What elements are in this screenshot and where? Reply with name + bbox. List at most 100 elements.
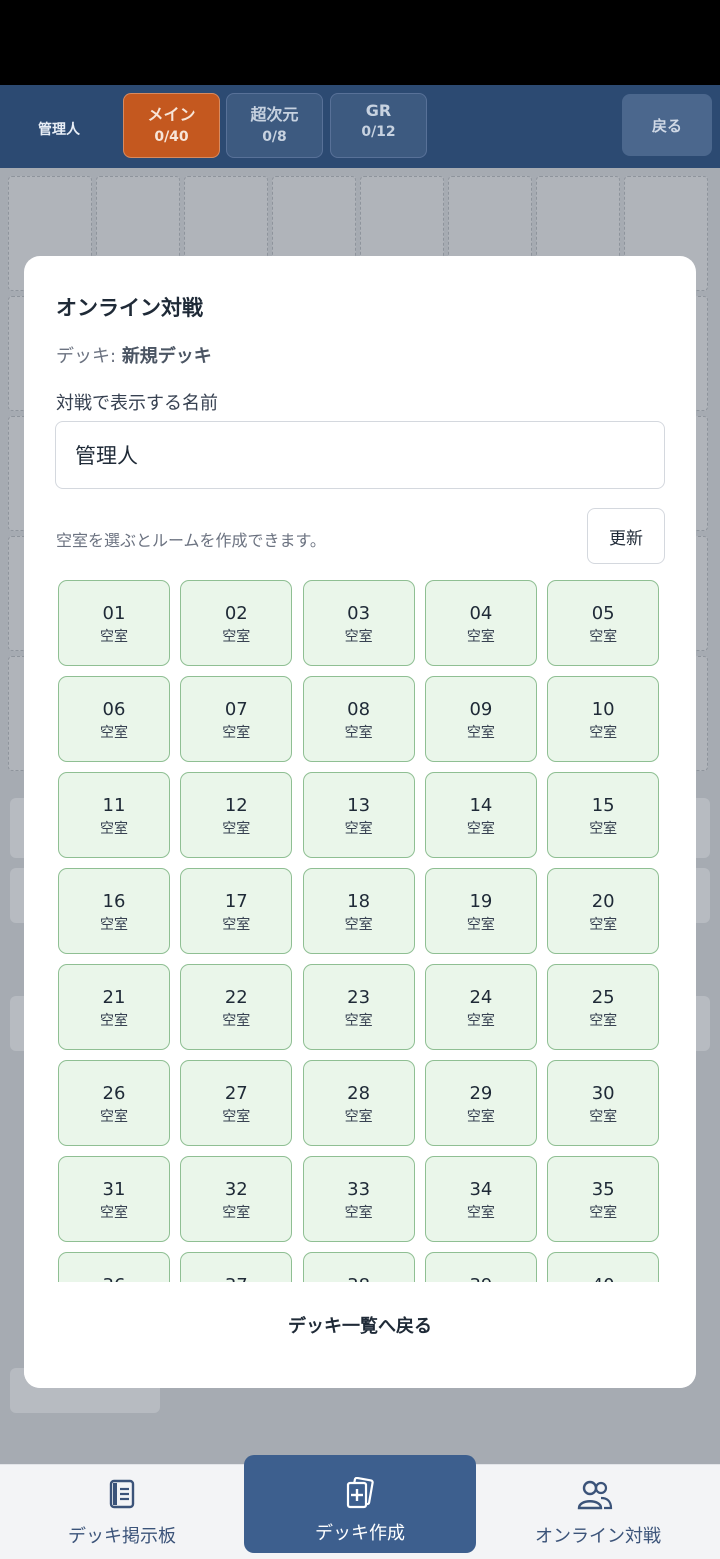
room-number: 37 xyxy=(181,1275,291,1282)
room-number: 40 xyxy=(548,1275,658,1282)
room-list[interactable]: 01 空室 02 空室 03 空室 04 空室 05 空室 06 空室 07 空室 08 空室 09 空室 10 空室… xyxy=(24,576,696,1282)
room-status: 空室 xyxy=(222,1205,251,1221)
room-status: 空室 xyxy=(589,629,618,645)
room-button[interactable]: 40空室 xyxy=(547,1252,660,1282)
room-status: 空室 xyxy=(466,917,495,933)
room-number: 02 xyxy=(224,603,248,624)
room-status: 空室 xyxy=(222,725,251,741)
room-button[interactable]: 06 空室 xyxy=(58,676,170,762)
room-button[interactable]: 09 空室 xyxy=(424,676,537,762)
room-hint: 空室を選ぶとルームを作成できます。 xyxy=(56,531,326,550)
room-number: 13 xyxy=(347,795,371,816)
room-button[interactable]: 13 空室 xyxy=(302,772,415,858)
room-button[interactable]: 39空室 xyxy=(424,1252,537,1282)
back-button[interactable]: 戻る xyxy=(622,94,712,156)
tab-gr[interactable]: GR 0/12 xyxy=(330,93,427,158)
room-status: 空室 xyxy=(222,1013,251,1029)
room-number: 28 xyxy=(347,1083,371,1104)
room-button[interactable]: 38空室 xyxy=(302,1252,415,1282)
back-to-deck-list-button[interactable]: デッキ一覧へ戻る xyxy=(24,1312,696,1338)
room-number: 38 xyxy=(304,1275,414,1282)
room-number: 33 xyxy=(347,1179,371,1200)
room-button[interactable]: 37空室 xyxy=(180,1252,293,1282)
room-button[interactable]: 03 空室 xyxy=(302,580,415,666)
room-button[interactable]: 28 空室 xyxy=(302,1060,415,1146)
room-number: 06 xyxy=(102,699,126,720)
deck-info: デッキ: 新規デッキ xyxy=(56,342,212,368)
room-number: 16 xyxy=(102,891,126,912)
room-status: 空室 xyxy=(466,725,495,741)
refresh-button[interactable]: 更新 xyxy=(587,508,665,564)
room-button[interactable]: 14 空室 xyxy=(424,772,537,858)
room-number: 08 xyxy=(347,699,371,720)
room-number: 15 xyxy=(591,795,615,816)
display-name-input[interactable] xyxy=(55,421,665,489)
user-name: 管理人 xyxy=(38,122,80,138)
nav-online-battle[interactable]: オンライン対戦 xyxy=(476,1465,720,1559)
tab-hyperspatial[interactable]: 超次元 0/8 xyxy=(226,93,323,158)
room-button[interactable]: 17 空室 xyxy=(180,868,293,954)
tab-main[interactable]: メイン 0/40 xyxy=(123,93,220,158)
room-button[interactable]: 35 空室 xyxy=(547,1156,660,1242)
nav-deck-board[interactable]: デッキ掲示板 xyxy=(0,1465,244,1559)
room-button[interactable]: 26 空室 xyxy=(58,1060,170,1146)
room-status: 空室 xyxy=(100,725,128,741)
room-button[interactable]: 27 空室 xyxy=(180,1060,293,1146)
display-name-label: 対戦で表示する名前 xyxy=(56,393,218,414)
room-button[interactable]: 16 空室 xyxy=(58,868,170,954)
room-status: 空室 xyxy=(100,1109,128,1125)
room-number: 11 xyxy=(102,795,126,816)
room-button[interactable]: 10 空室 xyxy=(547,676,660,762)
room-button[interactable]: 18 空室 xyxy=(302,868,415,954)
room-button[interactable]: 24 空室 xyxy=(424,964,537,1050)
tab-gr-label: GR xyxy=(365,101,392,120)
room-status: 空室 xyxy=(466,1013,495,1029)
room-status: 空室 xyxy=(222,629,251,645)
room-number: 27 xyxy=(224,1083,248,1104)
room-button[interactable]: 29 空室 xyxy=(424,1060,537,1146)
tab-gr-count: 0/12 xyxy=(361,124,396,140)
card-add-icon xyxy=(346,1477,374,1509)
room-number: 01 xyxy=(102,603,126,624)
room-number: 23 xyxy=(347,987,371,1008)
room-button[interactable]: 21 空室 xyxy=(58,964,170,1050)
room-button[interactable]: 23 空室 xyxy=(302,964,415,1050)
room-button[interactable]: 32 空室 xyxy=(180,1156,293,1242)
room-number: 19 xyxy=(469,891,493,912)
users-icon xyxy=(577,1480,613,1510)
room-button[interactable]: 07 空室 xyxy=(180,676,293,762)
online-battle-modal: オンライン対戦 デッキ: 新規デッキ 対戦で表示する名前 空室を選ぶとルームを作… xyxy=(24,256,696,1388)
room-button[interactable]: 20 空室 xyxy=(547,868,660,954)
room-button[interactable]: 25 空室 xyxy=(547,964,660,1050)
room-button[interactable]: 31 空室 xyxy=(58,1156,170,1242)
room-button[interactable]: 11 空室 xyxy=(58,772,170,858)
room-button[interactable]: 05 空室 xyxy=(547,580,660,666)
room-button[interactable]: 04 空室 xyxy=(424,580,537,666)
room-number: 18 xyxy=(347,891,371,912)
nav-deck-create[interactable]: デッキ作成 xyxy=(244,1455,476,1553)
room-status: 空室 xyxy=(589,917,618,933)
room-status: 空室 xyxy=(589,1205,618,1221)
room-number: 12 xyxy=(224,795,248,816)
room-number: 04 xyxy=(469,603,493,624)
room-button[interactable]: 08 空室 xyxy=(302,676,415,762)
nav-deck-create-label: デッキ作成 xyxy=(315,1523,405,1544)
room-number: 07 xyxy=(224,699,248,720)
room-number: 24 xyxy=(469,987,493,1008)
room-button[interactable]: 34 空室 xyxy=(424,1156,537,1242)
room-button[interactable]: 19 空室 xyxy=(424,868,537,954)
room-status: 空室 xyxy=(589,1013,618,1029)
document-icon xyxy=(109,1479,135,1509)
room-status: 空室 xyxy=(466,629,495,645)
room-button[interactable]: 30 空室 xyxy=(547,1060,660,1146)
room-number: 10 xyxy=(591,699,615,720)
room-button[interactable]: 02 空室 xyxy=(180,580,293,666)
room-button[interactable]: 01 空室 xyxy=(58,580,170,666)
room-number: 25 xyxy=(591,987,615,1008)
room-button[interactable]: 36空室 xyxy=(58,1252,170,1282)
room-status: 空室 xyxy=(222,917,251,933)
room-button[interactable]: 15 空室 xyxy=(547,772,660,858)
room-button[interactable]: 22 空室 xyxy=(180,964,293,1050)
room-button[interactable]: 12 空室 xyxy=(180,772,293,858)
room-button[interactable]: 33 空室 xyxy=(302,1156,415,1242)
